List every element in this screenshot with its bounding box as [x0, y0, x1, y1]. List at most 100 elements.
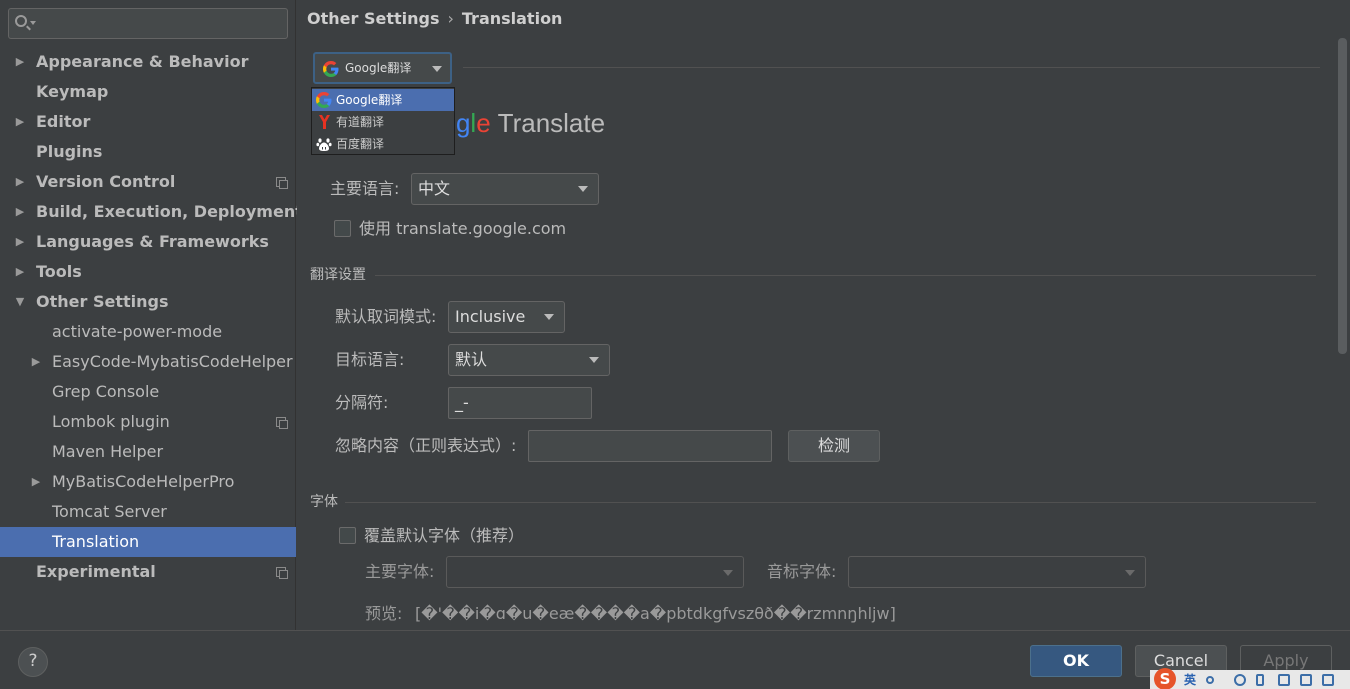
sidebar-item-build-execution-deployment[interactable]: ▶ Build, Execution, Deployment — [0, 197, 303, 227]
sidebar-item-label: Tools — [36, 262, 82, 281]
sidebar-item-label: Build, Execution, Deployment — [36, 202, 303, 221]
breadcrumb: Other Settings › Translation — [307, 8, 562, 30]
sogou-ime-icon[interactable]: S — [1154, 668, 1176, 689]
engine-option-label: Google翻译 — [336, 93, 403, 107]
sidebar-item-activate-power-mode[interactable]: activate-power-mode — [0, 317, 296, 347]
expand-arrow-icon[interactable]: ▶ — [14, 107, 26, 137]
engine-option-google[interactable]: Google翻译 — [312, 89, 454, 111]
engine-option-baidu[interactable]: 百度翻译 — [312, 133, 454, 155]
phonetic-font-select[interactable] — [848, 556, 1146, 588]
sidebar-item-experimental[interactable]: Experimental — [0, 557, 296, 587]
dialog-button-bar: ? OK Cancel Apply — [0, 630, 1350, 689]
settings-search-input[interactable] — [39, 13, 284, 34]
microphone-icon[interactable] — [1256, 674, 1264, 686]
separator-label: 分隔符: — [335, 393, 389, 412]
settings-sidebar: ▶ Appearance & Behavior Keymap ▶ Editor … — [0, 0, 303, 630]
use-google-com-label: 使用 translate.google.com — [359, 219, 567, 238]
sidebar-item-easycode-mybatiscodehelper[interactable]: ▶ EasyCode-MybatisCodeHelper — [0, 347, 296, 377]
breadcrumb-parent[interactable]: Other Settings — [307, 9, 439, 28]
breadcrumb-separator: › — [447, 9, 454, 28]
chevron-down-icon — [723, 570, 733, 576]
selection-mode-value: Inclusive — [455, 307, 526, 326]
settings-content-panel: Other Settings › Translation Google翻译 Goog… — [297, 0, 1350, 630]
sidebar-item-grep-console[interactable]: Grep Console — [0, 377, 296, 407]
divider — [375, 275, 1316, 276]
emoji-icon[interactable] — [1234, 674, 1246, 686]
engine-option-youdao[interactable]: 有道翻译 — [312, 111, 454, 133]
sidebar-item-label: Plugins — [36, 142, 103, 161]
settings-search-box[interactable] — [8, 8, 288, 39]
expand-arrow-icon[interactable]: ▶ — [14, 197, 26, 227]
target-language-label: 目标语言: — [335, 350, 405, 369]
selection-mode-label: 默认取词模式: — [335, 307, 437, 326]
sidebar-item-label: Lombok plugin — [52, 412, 170, 431]
sidebar-item-mybatiscodehelperpro[interactable]: ▶ MyBatisCodeHelperPro — [0, 467, 296, 497]
translator-engine-select[interactable]: Google翻译 — [313, 52, 452, 84]
ignore-regex-input[interactable] — [528, 430, 772, 462]
sidebar-item-label: Version Control — [36, 172, 176, 191]
sidebar-item-languages-frameworks[interactable]: ▶ Languages & Frameworks — [0, 227, 296, 257]
expand-arrow-icon[interactable]: ▶ — [30, 467, 42, 497]
override-font-label: 覆盖默认字体（推荐） — [364, 526, 525, 545]
sidebar-item-maven-helper[interactable]: Maven Helper — [0, 437, 296, 467]
engine-option-label: 有道翻译 — [336, 115, 385, 129]
toolbox-icon[interactable] — [1322, 674, 1334, 686]
detect-button[interactable]: 检测 — [788, 430, 880, 462]
ime-toolbar: S 英 — [1150, 668, 1350, 689]
search-icon[interactable] — [15, 15, 27, 27]
sidebar-item-label: Maven Helper — [52, 442, 164, 461]
primary-language-select[interactable]: 中文 — [411, 173, 599, 205]
translator-engine-value: Google翻译 — [345, 61, 412, 75]
sidebar-item-keymap[interactable]: Keymap — [0, 77, 296, 107]
project-settings-icon — [276, 177, 288, 189]
baidu-paw-icon — [316, 138, 332, 151]
primary-language-value: 中文 — [418, 179, 451, 198]
expand-arrow-icon[interactable]: ▶ — [14, 47, 26, 77]
sidebar-item-other-settings[interactable]: ▼ Other Settings — [0, 287, 296, 317]
sidebar-item-appearance-behavior[interactable]: ▶ Appearance & Behavior — [0, 47, 296, 77]
override-font-checkbox[interactable] — [339, 527, 356, 544]
phonetic-font-label: 音标字体: — [767, 562, 837, 581]
chevron-down-icon — [544, 314, 554, 320]
project-settings-icon — [276, 417, 288, 429]
selection-mode-select[interactable]: Inclusive — [448, 301, 565, 333]
chevron-down-icon — [1125, 570, 1135, 576]
google-icon — [316, 92, 332, 108]
divider — [463, 67, 1320, 68]
expand-arrow-icon[interactable]: ▶ — [14, 257, 26, 287]
sidebar-item-tools[interactable]: ▶ Tools — [0, 257, 296, 287]
font-section-title: 字体 — [310, 494, 338, 510]
primary-font-label: 主要字体: — [365, 562, 435, 581]
sidebar-item-lombok-plugin[interactable]: Lombok plugin — [0, 407, 296, 437]
sidebar-item-plugins[interactable]: Plugins — [0, 137, 296, 167]
sidebar-item-label: activate-power-mode — [52, 322, 223, 341]
sidebar-item-label: Translation — [52, 532, 140, 551]
keyboard-icon[interactable] — [1278, 674, 1290, 686]
expand-arrow-icon[interactable]: ▶ — [30, 347, 42, 377]
separator-input[interactable]: _- — [448, 387, 592, 419]
use-google-com-checkbox[interactable] — [334, 220, 351, 237]
target-language-select[interactable]: 默认 — [448, 344, 610, 376]
google-icon — [323, 61, 339, 77]
collapse-arrow-icon[interactable]: ▼ — [14, 287, 26, 317]
primary-font-select[interactable] — [446, 556, 744, 588]
sidebar-item-label: Keymap — [36, 82, 109, 101]
expand-arrow-icon[interactable]: ▶ — [14, 167, 26, 197]
help-button[interactable]: ? — [18, 647, 48, 677]
ime-language-indicator[interactable]: 英 — [1184, 671, 1196, 688]
sidebar-item-label: MyBatisCodeHelperPro — [52, 472, 235, 491]
sidebar-item-editor[interactable]: ▶ Editor — [0, 107, 296, 137]
sidebar-item-label: Editor — [36, 112, 91, 131]
sidebar-item-translation[interactable]: Translation — [0, 527, 296, 557]
vertical-scrollbar[interactable] — [1338, 38, 1347, 354]
punctuation-icon[interactable] — [1206, 676, 1214, 684]
sidebar-item-tomcat-server[interactable]: Tomcat Server — [0, 497, 296, 527]
expand-arrow-icon[interactable]: ▶ — [14, 227, 26, 257]
search-options-chevron-icon[interactable] — [30, 21, 36, 25]
sidebar-item-version-control[interactable]: ▶ Version Control — [0, 167, 296, 197]
shirt-skin-icon[interactable] — [1300, 674, 1312, 686]
ok-button[interactable]: OK — [1030, 645, 1122, 677]
sidebar-item-label: Appearance & Behavior — [36, 52, 249, 71]
engine-option-label: 百度翻译 — [336, 137, 385, 151]
font-preview-label: 预览: — [365, 604, 403, 623]
